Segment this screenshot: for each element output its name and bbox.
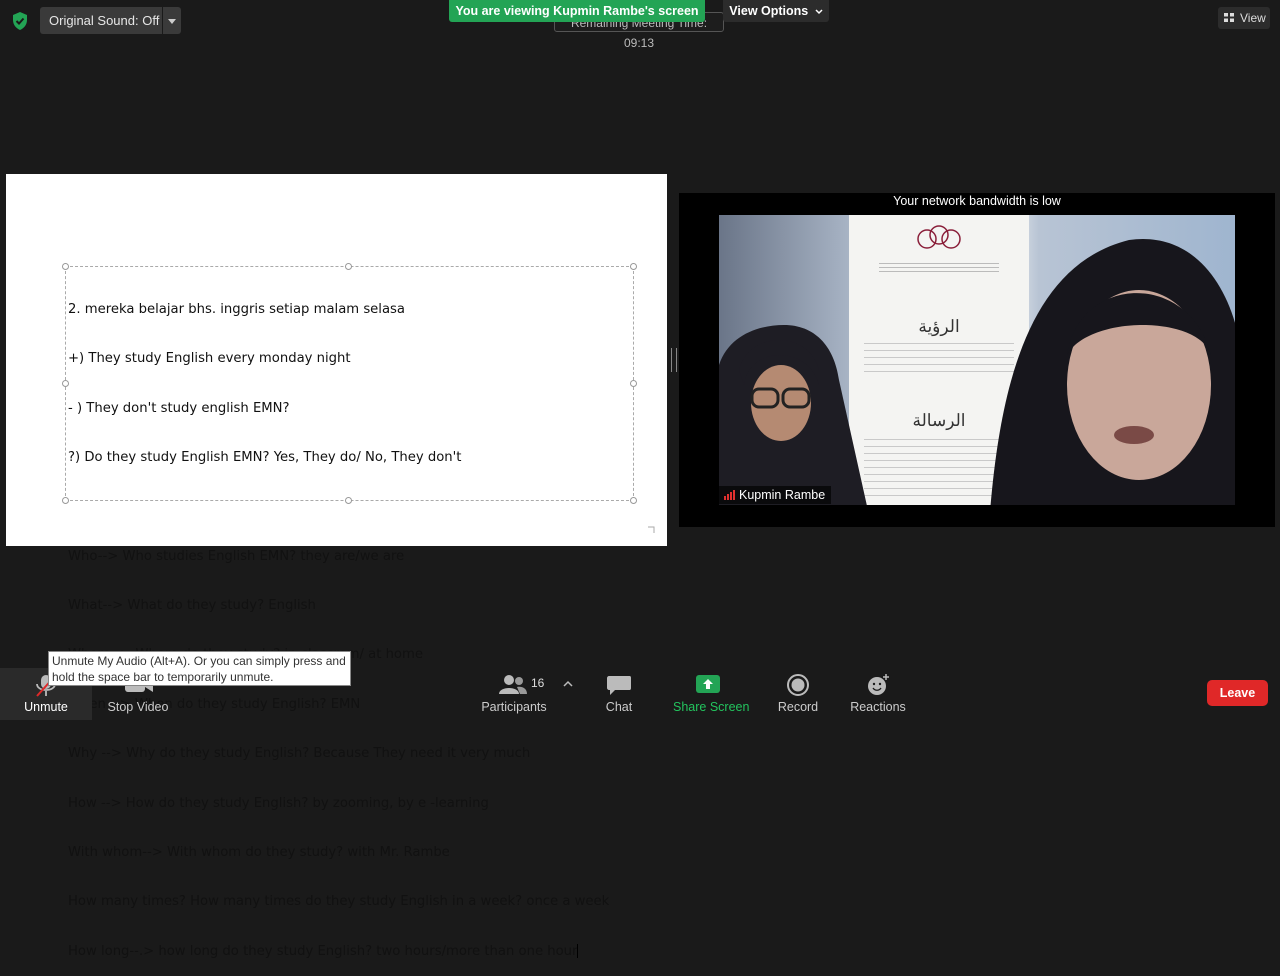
resize-handle xyxy=(630,263,637,270)
participant-video[interactable]: الرؤية الرسالة xyxy=(719,215,1235,505)
viewing-screen-banner: You are viewing Kupmin Rambe's screen xyxy=(449,0,705,22)
record-label: Record xyxy=(777,700,819,714)
slide-line: How --> How do they study English? by zo… xyxy=(68,795,489,811)
bandwidth-warning: Your network bandwidth is low xyxy=(893,194,1061,208)
chat-bubble-icon xyxy=(607,676,631,695)
panel-splitter[interactable] xyxy=(671,348,677,372)
slide-line: 2. mereka belajar bhs. inggris setiap ma… xyxy=(68,301,405,317)
slide-line: What--> What do they study? English xyxy=(68,598,316,614)
logo-icon xyxy=(917,225,961,249)
slide-line: - ) They don't study english EMN? xyxy=(68,400,290,416)
shield-check-icon[interactable] xyxy=(10,11,30,31)
participant-person-right xyxy=(990,238,1235,505)
resize-corner-icon[interactable] xyxy=(646,525,656,535)
slide-text: 2. mereka belajar bhs. inggris setiap ma… xyxy=(68,269,609,976)
record-icon xyxy=(787,674,809,696)
participant-name-tag: Kupmin Rambe xyxy=(719,486,832,504)
slide-line: With whom--> With whom do they study? wi… xyxy=(68,844,450,860)
participants-count: 16 xyxy=(531,676,545,690)
unmute-label: Unmute xyxy=(24,700,68,714)
slide-line: How many times? How many times do they s… xyxy=(68,894,610,910)
participant-name: Kupmin Rambe xyxy=(739,488,826,502)
slide-line-last: How long--.> how long do they study Engl… xyxy=(68,943,609,960)
slide-line: +) They study English every monday night xyxy=(68,351,351,367)
view-options-label: View Options xyxy=(729,4,809,18)
share-screen-label: Share Screen xyxy=(673,700,750,714)
slide-line: Who--> Who studies English EMN? they are… xyxy=(68,548,405,564)
grid-view-icon xyxy=(1224,13,1234,22)
leave-button[interactable]: Leave xyxy=(1207,680,1268,706)
chevron-up-icon[interactable] xyxy=(563,680,573,688)
reactions-label: Reactions xyxy=(850,700,906,714)
view-button[interactable]: View xyxy=(1218,7,1270,29)
resize-handle xyxy=(630,497,637,504)
view-options-button[interactable]: View Options xyxy=(723,0,829,22)
original-sound-dropdown-button[interactable] xyxy=(163,7,181,34)
slide-line-blank: ​ xyxy=(68,499,609,515)
slide-line: ?) Do they study English EMN? Yes, They … xyxy=(68,449,462,465)
slide-line: How long--.> how long do they study Engl… xyxy=(68,943,578,959)
view-label: View xyxy=(1240,11,1266,25)
slide-line: Why --> Why do they study English? Becau… xyxy=(68,746,531,762)
participants-label: Participants xyxy=(481,700,547,714)
original-sound-button[interactable]: Original Sound: Off xyxy=(40,7,162,34)
unmute-tooltip: Unmute My Audio (Alt+A). Or you can simp… xyxy=(48,651,351,686)
signal-bars-icon xyxy=(724,490,735,500)
emoji-plus-icon xyxy=(868,674,889,695)
chat-label: Chat xyxy=(605,700,633,714)
text-cursor xyxy=(577,943,579,958)
share-screen-icon xyxy=(696,675,720,693)
stop-video-label: Stop Video xyxy=(107,700,169,714)
poster-subtitle-lines xyxy=(879,263,999,275)
chevron-down-icon xyxy=(815,9,823,14)
resize-handle xyxy=(630,380,637,387)
participant-person-left xyxy=(719,325,867,505)
